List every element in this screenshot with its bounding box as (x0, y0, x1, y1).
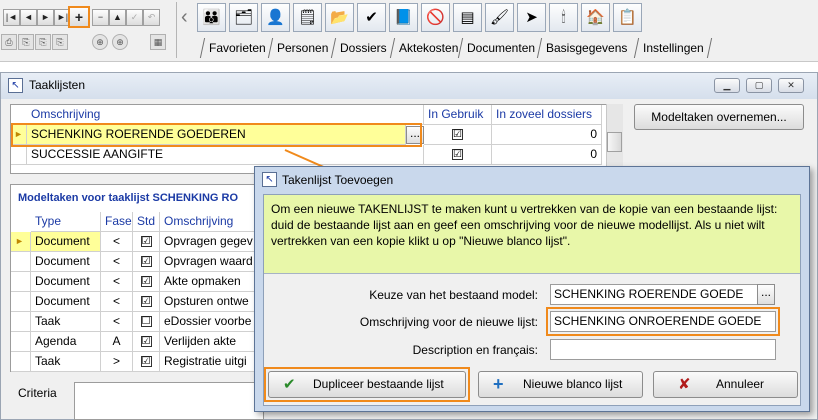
dialog-description: Om een nieuwe TAKENLIJST te maken kunt u… (264, 195, 800, 273)
french-description-input[interactable] (550, 339, 776, 360)
french-description-label: Description en français: (412, 343, 538, 357)
duplicate-list-button[interactable]: ✔ Dupliceer bestaande lijst (268, 371, 466, 398)
button-label: Nieuwe blanco lijst (523, 377, 623, 391)
model-label: Keuze van het bestaand model: (369, 288, 538, 302)
cross-icon: ✘ (678, 376, 691, 393)
new-description-label: Omschrijving voor de nieuwe lijst: (359, 315, 538, 329)
plus-icon: + (493, 374, 504, 394)
dialog-app-icon: ↖ (262, 172, 277, 187)
cancel-button[interactable]: ✘ Annuleer (653, 371, 798, 398)
button-label: Dupliceer bestaande lijst (313, 377, 444, 391)
divider (264, 273, 800, 274)
check-icon: ✔ (283, 376, 296, 393)
model-select[interactable]: SCHENKING ROERENDE GOEDE (550, 284, 758, 305)
new-description-input[interactable]: SCHENKING ONROERENDE GOEDE (550, 311, 776, 332)
button-label: Annuleer (716, 377, 765, 391)
new-blank-list-button[interactable]: + Nieuwe blanco lijst (478, 371, 643, 398)
model-ellipsis-button[interactable]: ... (757, 284, 775, 305)
dialog-title: Takenlijst Toevoegen (282, 173, 394, 187)
